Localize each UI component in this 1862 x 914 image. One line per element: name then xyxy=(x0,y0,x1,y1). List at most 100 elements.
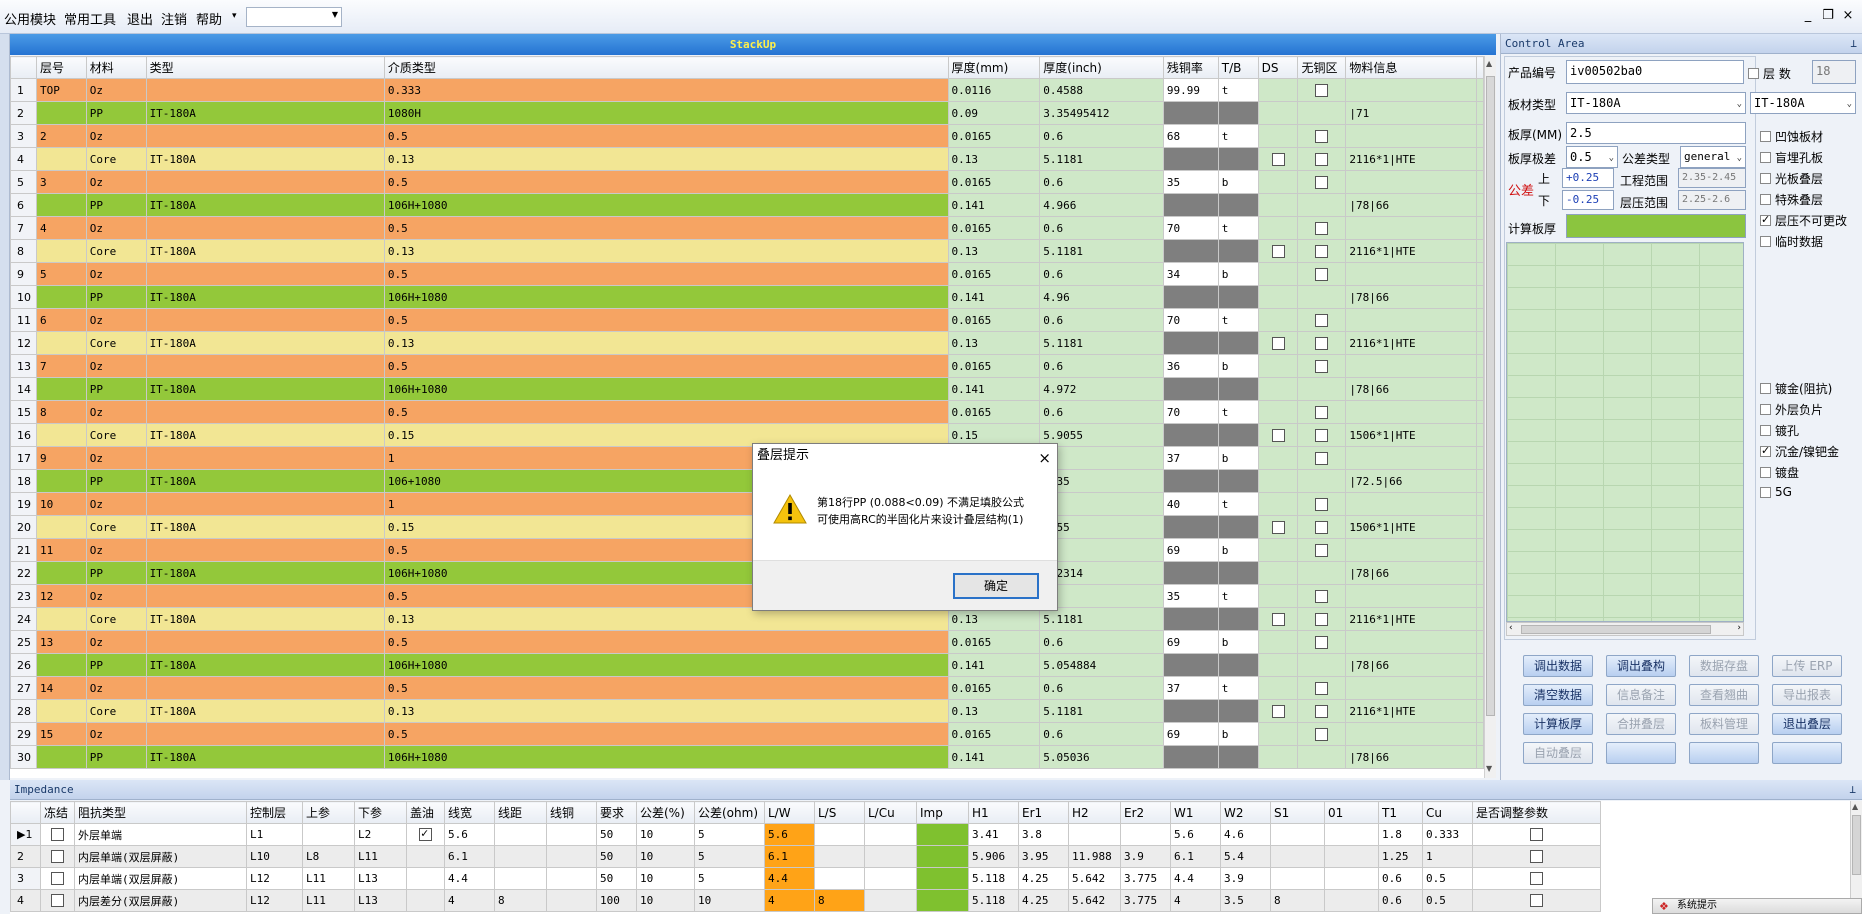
impedance-cell[interactable]: 5.6 xyxy=(444,823,495,846)
impedance-cell[interactable]: 4.4 xyxy=(764,867,815,890)
stackup-cell-diel[interactable]: 0.5 xyxy=(383,630,949,654)
option-checkbox[interactable]: 镀孔 xyxy=(1760,422,1799,439)
impedance-cell[interactable]: 5.6 xyxy=(764,823,815,846)
impedance-cell[interactable]: 5 xyxy=(694,867,765,890)
ds-checkbox[interactable] xyxy=(1271,704,1285,718)
impedance-cell[interactable] xyxy=(916,823,969,846)
stackup-cell-nocu[interactable] xyxy=(1297,446,1347,470)
impedance-cell[interactable] xyxy=(40,889,75,912)
stackup-cell-layer[interactable] xyxy=(35,101,87,125)
impedance-cell[interactable]: 5.118 xyxy=(968,889,1019,912)
stackup-cell-type[interactable] xyxy=(145,492,385,516)
stackup-cell-info[interactable]: |78|66 xyxy=(1345,377,1477,401)
stackup-cell-layer[interactable] xyxy=(35,147,87,171)
stackup-cell-ds[interactable] xyxy=(1257,676,1299,700)
impedance-cell[interactable]: 10 xyxy=(636,867,695,890)
stackup-cell-inch[interactable]: 5.054884 xyxy=(1039,653,1164,677)
stackup-cell-mat[interactable]: Core xyxy=(85,607,147,631)
stackup-cell-diel[interactable]: 0.13 xyxy=(383,239,949,263)
impedance-cell[interactable]: 1.8 xyxy=(1378,823,1423,846)
option-checkbox[interactable]: 沉金/镍钯金 xyxy=(1760,443,1839,460)
impedance-cell[interactable] xyxy=(494,845,547,868)
stackup-row[interactable]: 1910Oz12540t xyxy=(10,492,1484,516)
impedance-cell[interactable]: L13 xyxy=(354,867,407,890)
action-button[interactable]: 自动叠层 xyxy=(1523,742,1593,764)
stackup-cell-mat[interactable]: Oz xyxy=(85,78,147,102)
stackup-cell-inch[interactable]: 5.1181 xyxy=(1039,607,1164,631)
impedance-cell[interactable]: L12 xyxy=(246,867,303,890)
stackup-cell-diel[interactable]: 0.13 xyxy=(383,147,949,171)
impedance-cell[interactable]: L12 xyxy=(246,889,303,912)
stackup-cell-nocu[interactable] xyxy=(1297,101,1347,125)
impedance-cell[interactable]: 3.775 xyxy=(1120,867,1171,890)
stackup-cell-layer[interactable]: 14 xyxy=(35,676,87,700)
stackup-cell-res[interactable]: 70 xyxy=(1162,216,1219,240)
adjust-params-checkbox[interactable] xyxy=(1530,828,1543,842)
stackup-row[interactable]: 22 PP IT-180A 106H+1080 042314 |78|66 xyxy=(10,561,1484,585)
ds-checkbox[interactable] xyxy=(1271,612,1285,626)
impedance-cell[interactable] xyxy=(40,845,75,868)
stackup-cell-tb[interactable]: t xyxy=(1217,124,1259,148)
action-button[interactable] xyxy=(1772,742,1842,764)
stackup-cell-inch[interactable]: 4.96 xyxy=(1039,285,1164,309)
stackup-cell-type[interactable]: IT-180A xyxy=(145,239,385,263)
stackup-row[interactable]: 11 6 Oz 0.5 0.0165 0.6 70 t xyxy=(10,308,1484,332)
close-icon[interactable]: × xyxy=(1038,446,1051,470)
impedance-cell[interactable]: 3.41 xyxy=(968,823,1019,846)
stackup-cell-mm[interactable]: 0.141 xyxy=(947,745,1041,769)
stackup-cell-mm[interactable]: 0.0165 xyxy=(947,676,1041,700)
stackup-cell-info[interactable]: |78|66 xyxy=(1345,561,1477,585)
stackup-cell-ds[interactable] xyxy=(1257,607,1299,631)
board-type-select[interactable]: IT-180A ⌄ xyxy=(1566,92,1746,114)
stackup-cell-mat[interactable]: Oz xyxy=(85,446,147,470)
stackup-cell-info[interactable] xyxy=(1345,538,1477,562)
stackup-cell-res[interactable]: 69 xyxy=(1162,538,1219,562)
impedance-cell[interactable]: 4.4 xyxy=(1170,867,1221,890)
checkbox-box[interactable] xyxy=(1760,213,1771,226)
impedance-cell[interactable]: 0.6 xyxy=(1378,889,1423,912)
impedance-column-header[interactable]: Imp xyxy=(916,801,969,824)
action-button[interactable]: 上传 ERP xyxy=(1772,655,1842,677)
stackup-cell-res[interactable]: 99.99 xyxy=(1162,78,1219,102)
stackup-cell-mat[interactable]: Core xyxy=(85,239,147,263)
stackup-cell-ds[interactable] xyxy=(1257,78,1299,102)
stackup-cell-inch[interactable]: 0.6 xyxy=(1039,676,1164,700)
impedance-cell[interactable] xyxy=(916,889,969,912)
stackup-cell-diel[interactable]: 106H+1080 xyxy=(383,377,949,401)
stackup-cell-ds[interactable] xyxy=(1257,446,1299,470)
impedance-cell[interactable] xyxy=(1068,823,1121,846)
impedance-cell[interactable] xyxy=(546,867,597,890)
stackup-cell-diel[interactable]: 0.5 xyxy=(383,308,949,332)
stackup-cell-nocu[interactable] xyxy=(1297,515,1347,539)
stackup-cell-ds[interactable] xyxy=(1257,354,1299,378)
stackup-cell-mat[interactable]: PP xyxy=(85,101,147,125)
impedance-cell[interactable] xyxy=(1472,845,1601,868)
stackup-cell-ds[interactable] xyxy=(1257,538,1299,562)
stackup-cell-diel[interactable]: 106H+1080 xyxy=(383,653,949,677)
stackup-row[interactable]: 9 5 Oz 0.5 0.0165 0.6 34 b xyxy=(10,262,1484,286)
stackup-row[interactable]: 10 PP IT-180A 106H+1080 0.141 4.96 |78|66 xyxy=(10,285,1484,309)
no-copper-checkbox[interactable] xyxy=(1315,336,1329,350)
stackup-cell-type[interactable]: IT-180A xyxy=(145,653,385,677)
impedance-column-header[interactable]: 线铜 xyxy=(546,801,597,824)
stackup-cell-diel[interactable]: 0.5 xyxy=(383,262,949,286)
stackup-cell-nocu[interactable] xyxy=(1297,147,1347,171)
stackup-cell-res[interactable] xyxy=(1162,423,1219,447)
stackup-cell-type[interactable]: IT-180A xyxy=(145,515,385,539)
stackup-cell-mm[interactable]: 0.141 xyxy=(947,285,1041,309)
stackup-cell-res[interactable] xyxy=(1162,377,1219,401)
action-button[interactable]: 板料管理 xyxy=(1689,713,1759,735)
stackup-cell-res[interactable] xyxy=(1162,699,1219,723)
stackup-cell-mat[interactable]: Oz xyxy=(85,216,147,240)
stackup-cell-ds[interactable] xyxy=(1257,216,1299,240)
stackup-column-header[interactable]: 介质类型 xyxy=(383,56,949,79)
stackup-cell-res[interactable] xyxy=(1162,101,1219,125)
checkbox-box[interactable] xyxy=(1760,383,1771,394)
stackup-cell-tb[interactable]: b xyxy=(1217,630,1259,654)
stackup-cell-tb[interactable] xyxy=(1217,699,1259,723)
checkbox-box[interactable] xyxy=(1760,467,1771,478)
stackup-row[interactable]: 2 PP IT-180A 1080H 0.09 3.35495412 |71 xyxy=(10,101,1484,125)
stackup-cell-layer[interactable]: 9 xyxy=(35,446,87,470)
stackup-cell-layer[interactable]: 3 xyxy=(35,170,87,194)
stackup-cell-inch[interactable]: 0.6 xyxy=(1039,722,1164,746)
